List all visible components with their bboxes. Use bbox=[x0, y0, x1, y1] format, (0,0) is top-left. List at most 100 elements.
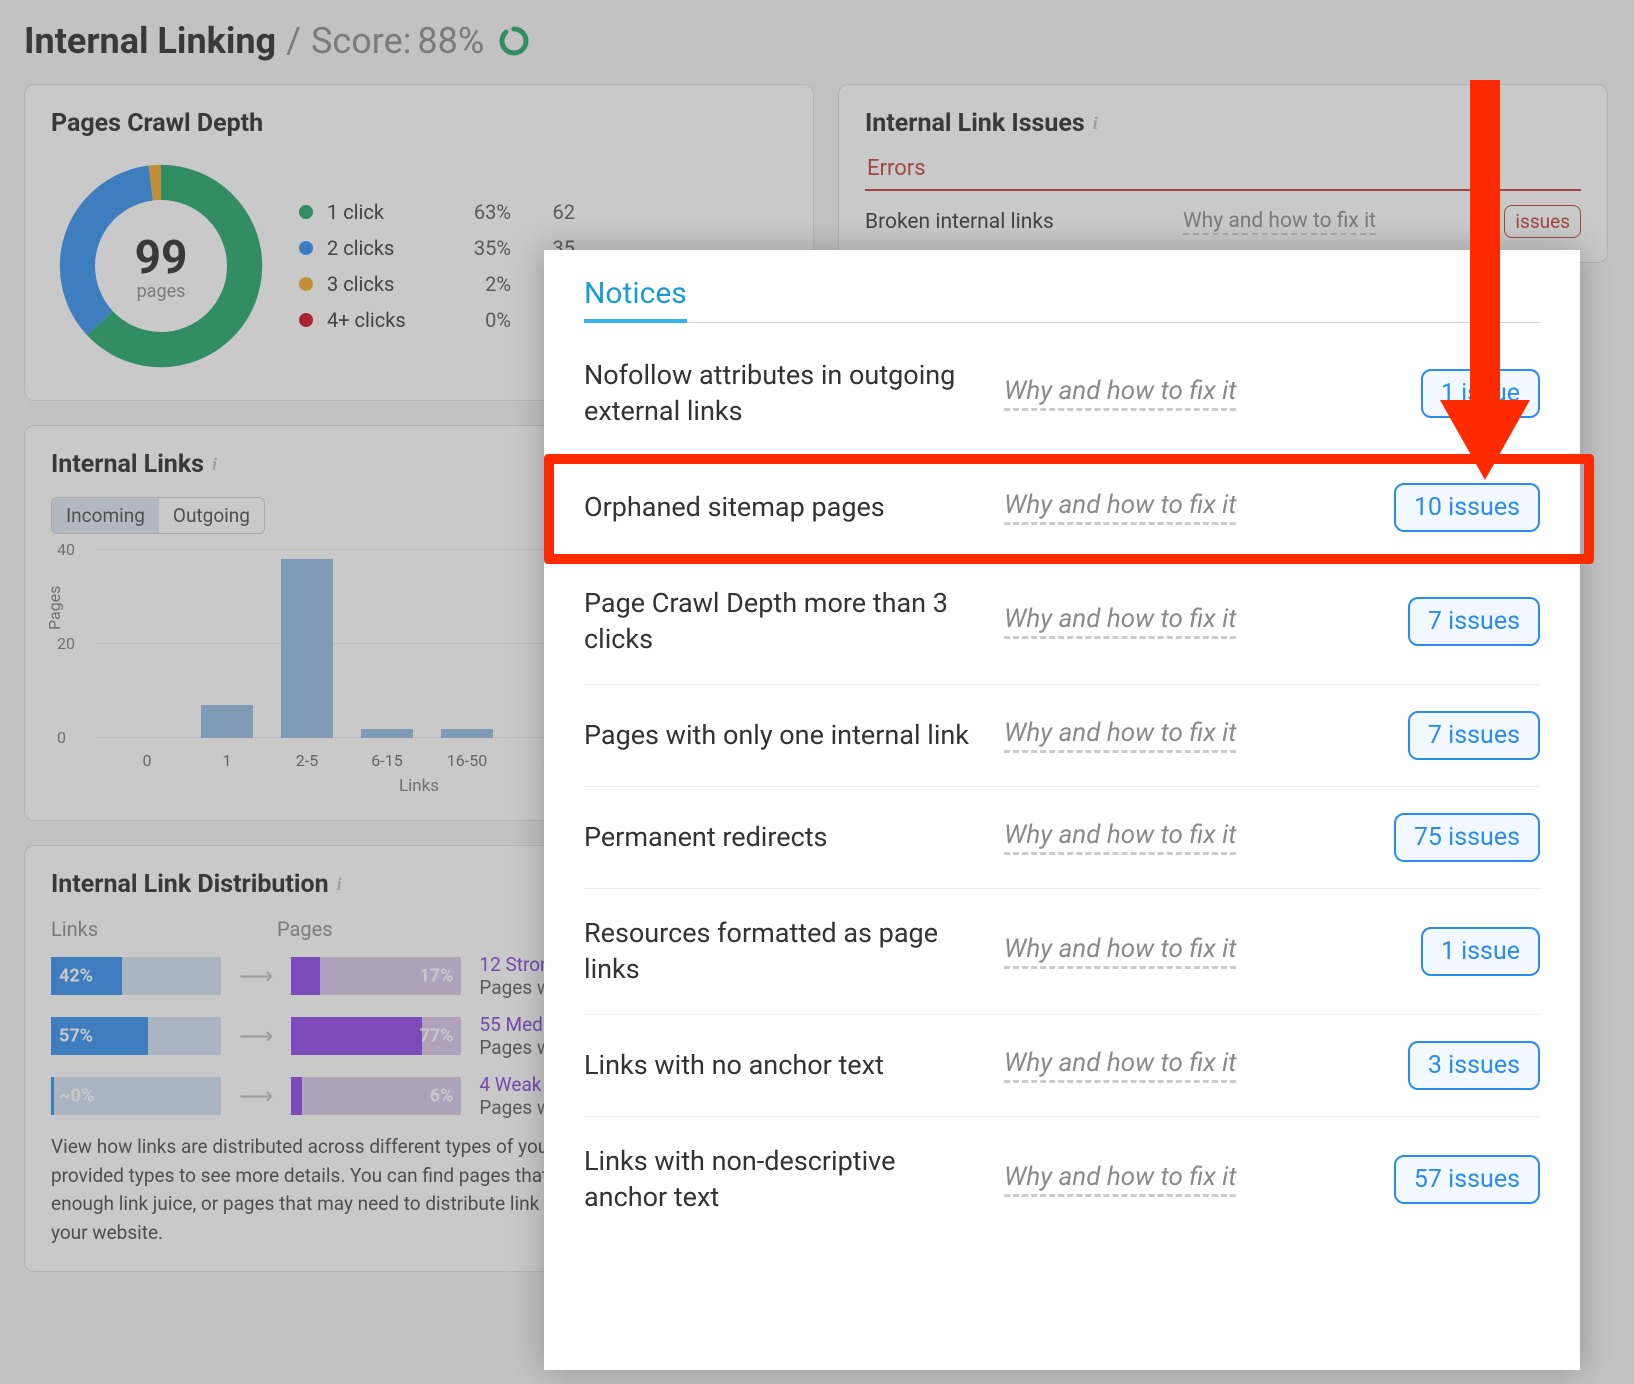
notice-count-badge[interactable]: 1 issue bbox=[1421, 369, 1540, 418]
donut-total: 99 bbox=[135, 231, 188, 285]
crawl-depth-title-text: Pages Crawl Depth bbox=[51, 109, 263, 138]
pages-bar: 77% bbox=[291, 1017, 461, 1055]
notice-count-badge[interactable]: 75 issues bbox=[1394, 813, 1540, 862]
card-link-issues: Internal Link Issues i Errors Broken int… bbox=[838, 84, 1608, 263]
notice-count-badge[interactable]: 7 issues bbox=[1408, 597, 1540, 646]
legend-pct: 35% bbox=[441, 236, 511, 260]
legend-row[interactable]: 2 clicks 35% 35 bbox=[299, 236, 575, 260]
issue-fix-link[interactable]: Why and how to fix it bbox=[1183, 209, 1376, 235]
notice-name: Page Crawl Depth more than 3 clicks bbox=[584, 585, 984, 658]
score-label: Score: bbox=[311, 20, 411, 62]
links-pct: 57% bbox=[59, 1026, 93, 1047]
ytick: 20 bbox=[57, 634, 75, 653]
legend-label: 3 clicks bbox=[327, 272, 427, 296]
notice-fix-link[interactable]: Why and how to fix it bbox=[1004, 604, 1236, 639]
tab-errors[interactable]: Errors bbox=[865, 156, 928, 189]
legend-count: 62 bbox=[525, 200, 575, 224]
legend-row[interactable]: 4+ clicks 0% 0 bbox=[299, 308, 575, 332]
distribution-title-text: Internal Link Distribution bbox=[51, 870, 329, 899]
y-axis-label: Pages bbox=[45, 586, 64, 630]
donut-legend: 1 click 63% 62 2 clicks 35% 35 3 c bbox=[299, 200, 575, 332]
notice-fix-link[interactable]: Why and how to fix it bbox=[1004, 490, 1236, 525]
link-issues-title-text: Internal Link Issues bbox=[865, 109, 1085, 138]
notice-fix-link[interactable]: Why and how to fix it bbox=[1004, 1048, 1236, 1083]
xlabel: 6-15 bbox=[361, 751, 413, 770]
donut-chart[interactable]: 99 pages bbox=[51, 156, 271, 376]
legend-row[interactable]: 3 clicks 2% 2 bbox=[299, 272, 575, 296]
links-bar: 57% bbox=[51, 1017, 221, 1055]
notice-name: Nofollow attributes in outgoing external… bbox=[584, 357, 984, 430]
pages-pct: 6% bbox=[430, 1086, 454, 1107]
notice-row: Links with non-descriptive anchor text Wh… bbox=[584, 1117, 1540, 1242]
legend-label: 1 click bbox=[327, 200, 427, 224]
dist-head-links: Links bbox=[51, 917, 221, 941]
info-icon[interactable]: i bbox=[1093, 113, 1098, 134]
xlabel: 16-50 bbox=[441, 751, 493, 770]
page-title: Internal Linking bbox=[24, 20, 276, 62]
xlabel: 1 bbox=[201, 751, 253, 770]
bar[interactable] bbox=[361, 729, 413, 738]
legend-dot-icon bbox=[299, 241, 313, 255]
internal-links-title-text: Internal Links bbox=[51, 450, 204, 479]
legend-pct: 0% bbox=[441, 308, 511, 332]
legend-dot-icon bbox=[299, 277, 313, 291]
legend-label: 2 clicks bbox=[327, 236, 427, 260]
notice-fix-link[interactable]: Why and how to fix it bbox=[1004, 376, 1236, 411]
notice-count-badge[interactable]: 57 issues bbox=[1394, 1155, 1540, 1204]
pages-bar: 17% bbox=[291, 957, 461, 995]
links-bar: 42% bbox=[51, 957, 221, 995]
notice-count-badge[interactable]: 7 issues bbox=[1408, 711, 1540, 760]
notice-row: Orphaned sitemap pages Why and how to fix… bbox=[584, 457, 1540, 559]
bar[interactable] bbox=[281, 559, 333, 738]
notice-name: Resources formatted as page links bbox=[584, 915, 984, 988]
notice-fix-link[interactable]: Why and how to fix it bbox=[1004, 718, 1236, 753]
links-pct: ~0% bbox=[59, 1086, 94, 1107]
pages-bar: 6% bbox=[291, 1077, 461, 1115]
notice-name: Links with non-descriptive anchor text bbox=[584, 1143, 984, 1216]
notice-count-badge[interactable]: 3 issues bbox=[1408, 1041, 1540, 1090]
toggle-incoming[interactable]: Incoming bbox=[52, 498, 159, 533]
donut-sublabel: pages bbox=[137, 281, 186, 302]
arrow-right-icon: ⟶ bbox=[239, 1082, 273, 1110]
notice-row: Links with no anchor textWhy and how to … bbox=[584, 1015, 1540, 1117]
issue-row[interactable]: Broken internal links Why and how to fix… bbox=[865, 205, 1581, 238]
score-ring-icon bbox=[498, 25, 530, 57]
legend-label: 4+ clicks bbox=[327, 308, 427, 332]
bar[interactable] bbox=[441, 729, 493, 738]
pages-pct: 17% bbox=[419, 966, 453, 987]
legend-row[interactable]: 1 click 63% 62 bbox=[299, 200, 575, 224]
legend-dot-icon bbox=[299, 205, 313, 219]
notice-row: Pages with only one internal link Why and… bbox=[584, 685, 1540, 787]
issue-name: Broken internal links bbox=[865, 210, 1165, 234]
page-title-sep: / bbox=[286, 20, 301, 62]
notices-popup: Notices Nofollow attributes in outgoing … bbox=[544, 250, 1580, 1370]
bar[interactable] bbox=[201, 705, 253, 738]
card-title-crawl-depth: Pages Crawl Depth bbox=[51, 109, 787, 138]
dist-head-pages: Pages bbox=[277, 917, 333, 941]
links-pct: 42% bbox=[59, 966, 93, 987]
notice-name: Permanent redirects bbox=[584, 819, 984, 855]
legend-dot-icon bbox=[299, 313, 313, 327]
issue-count-badge[interactable]: issues bbox=[1504, 205, 1581, 238]
popup-heading[interactable]: Notices bbox=[584, 276, 687, 323]
info-icon[interactable]: i bbox=[337, 874, 342, 895]
card-title-link-issues: Internal Link Issues i bbox=[865, 109, 1581, 138]
toggle-outgoing[interactable]: Outgoing bbox=[159, 498, 264, 533]
notice-count-badge[interactable]: 10 issues bbox=[1394, 483, 1540, 532]
notice-count-badge[interactable]: 1 issue bbox=[1421, 927, 1540, 976]
notice-row: Nofollow attributes in outgoing external… bbox=[584, 331, 1540, 457]
page-header: Internal Linking / Score: 88% bbox=[24, 20, 1610, 62]
legend-pct: 2% bbox=[441, 272, 511, 296]
ytick: 0 bbox=[57, 728, 66, 747]
notice-fix-link[interactable]: Why and how to fix it bbox=[1004, 934, 1236, 969]
notice-row: Resources formatted as page links Why and… bbox=[584, 889, 1540, 1015]
info-icon[interactable]: i bbox=[212, 454, 217, 475]
notice-name: Pages with only one internal link bbox=[584, 717, 984, 753]
notice-name: Orphaned sitemap pages bbox=[584, 489, 984, 525]
incoming-outgoing-toggle: Incoming Outgoing bbox=[51, 497, 265, 534]
notice-fix-link[interactable]: Why and how to fix it bbox=[1004, 820, 1236, 855]
arrow-right-icon: ⟶ bbox=[239, 962, 273, 990]
pages-pct: 77% bbox=[419, 1026, 453, 1047]
arrow-right-icon: ⟶ bbox=[239, 1022, 273, 1050]
notice-fix-link[interactable]: Why and how to fix it bbox=[1004, 1162, 1236, 1197]
